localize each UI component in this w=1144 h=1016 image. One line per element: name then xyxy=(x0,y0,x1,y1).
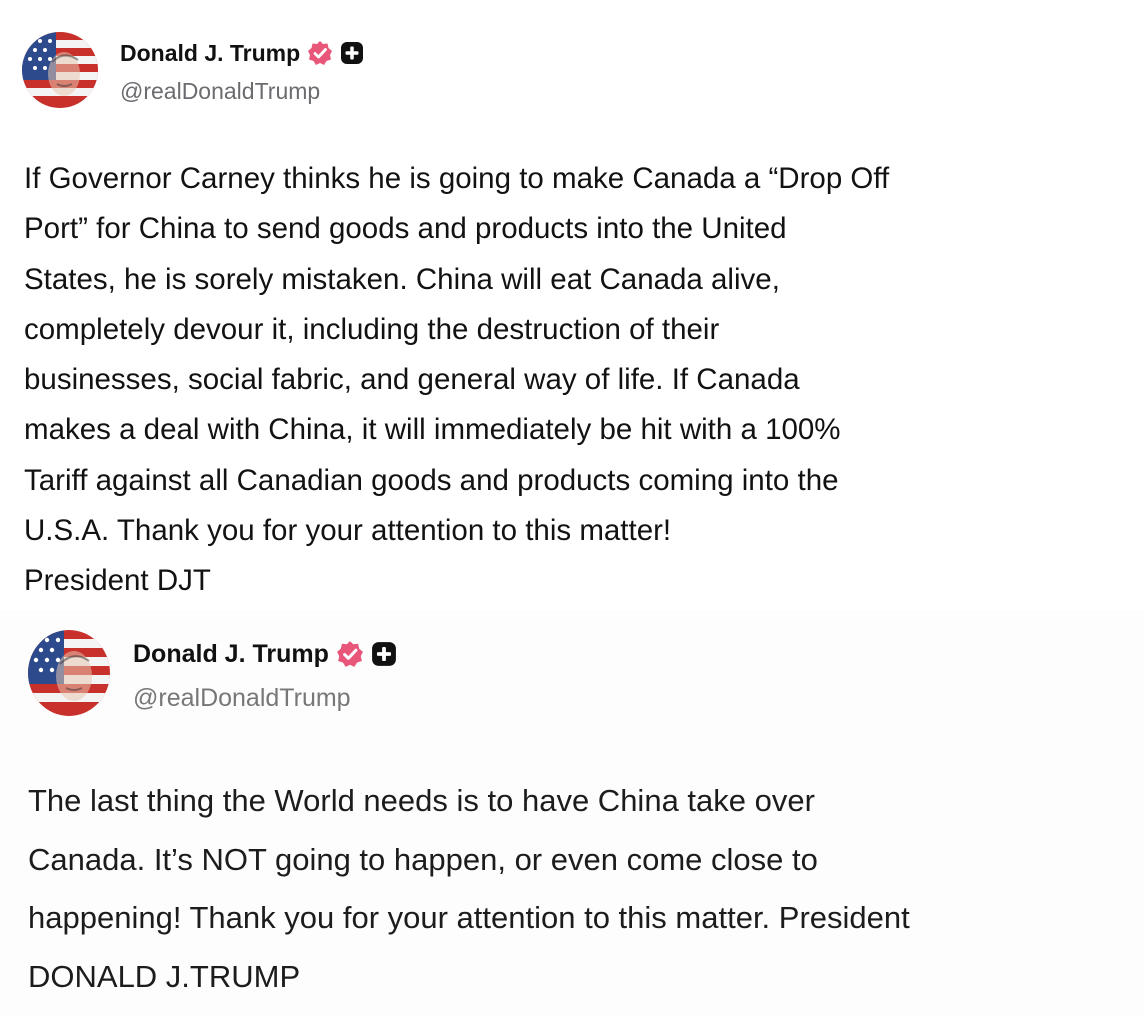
author-name-row: Donald J. Trump xyxy=(133,636,397,672)
author-avatar[interactable] xyxy=(22,32,98,108)
verified-badge-icon xyxy=(336,640,364,668)
post-body-text: If Governor Carney thinks he is going to… xyxy=(24,162,890,598)
post-card-1: Donald J. Trump @realDonaldTrump If Gove… xyxy=(0,0,1144,610)
flag-portrait-avatar-icon xyxy=(28,630,110,716)
plus-badge-icon xyxy=(371,641,397,667)
post-body-text: The last thing the World needs is to hav… xyxy=(28,783,910,994)
author-handle[interactable]: @realDonaldTrump xyxy=(120,78,320,105)
author-avatar[interactable] xyxy=(28,630,110,716)
author-display-name[interactable]: Donald J. Trump xyxy=(133,640,329,669)
author-name-row: Donald J. Trump xyxy=(120,36,364,70)
post-card-2: Donald J. Trump @realDonaldTrump The las… xyxy=(0,610,1144,1016)
flag-portrait-avatar-icon xyxy=(22,32,98,108)
verified-badge-icon xyxy=(307,40,333,66)
author-handle[interactable]: @realDonaldTrump xyxy=(133,684,351,713)
plus-badge-icon xyxy=(340,41,364,65)
author-display-name[interactable]: Donald J. Trump xyxy=(120,40,300,67)
